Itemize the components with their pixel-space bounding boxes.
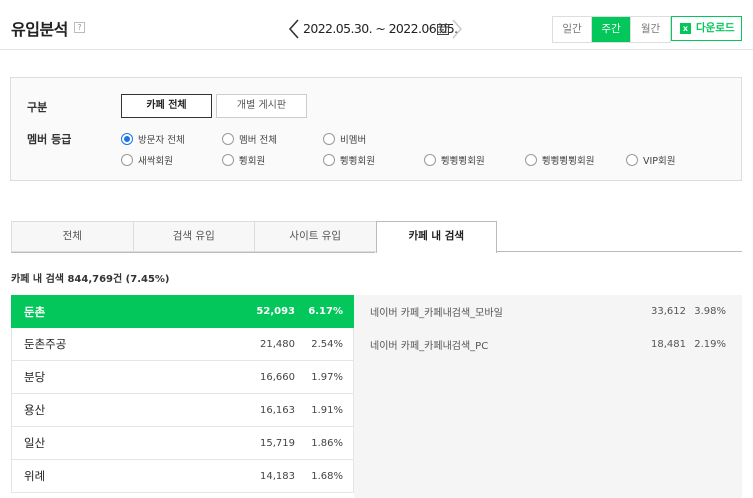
keyword-percent: 1.97% [311, 371, 343, 383]
radio-on-icon [121, 133, 133, 145]
detail-row: 네이버 카페_카페내검색_모바일 33,612 3.98% [354, 295, 742, 328]
list-item[interactable]: 분당 16,660 1.97% [11, 361, 354, 394]
list-item[interactable]: 일산 15,719 1.86% [11, 427, 354, 460]
keyword-count: 21,480 [260, 338, 295, 350]
help-icon[interactable]: ? [74, 22, 85, 33]
detail-source: 네이버 카페_카페내검색_PC [370, 341, 489, 352]
period-weekly-button[interactable]: 주간 [592, 17, 631, 42]
radio-off-icon [121, 154, 133, 166]
detail-count: 18,481 [651, 339, 686, 350]
detail-percent: 2.19% [694, 339, 726, 350]
keyword-count: 15,719 [260, 437, 295, 449]
filter-panel: 구분 카페 전체 개별 게시판 멤버 등급 방문자 전체 멤버 전체 비멤버 새… [10, 77, 742, 181]
keyword-detail-panel: 네이버 카페_카페내검색_모바일 33,612 3.98% 네이버 카페_카페내… [354, 295, 742, 498]
radio-grade-4[interactable]: 쀵쀵쀵회원 [424, 153, 485, 167]
tab-search[interactable]: 검색 유입 [132, 221, 254, 252]
keyword-count: 16,163 [260, 404, 295, 416]
chevron-right-icon[interactable] [450, 18, 464, 40]
keyword-percent: 2.54% [311, 338, 343, 350]
period-daily-button[interactable]: 일간 [553, 17, 592, 42]
category-all-button[interactable]: 카페 전체 [121, 94, 212, 118]
tab-underline [11, 252, 375, 253]
radio-label: 방문자 전체 [138, 135, 185, 146]
tab-bar-filler [497, 221, 742, 252]
radio-visitor-all[interactable]: 방문자 전체 [121, 132, 185, 146]
keyword-percent: 1.86% [311, 437, 343, 449]
summary-text: 카페 내 검색 844,769건 (7.45%) [11, 274, 170, 285]
radio-grade-1[interactable]: 새싹회원 [121, 153, 173, 167]
keyword-name: 둔촌 [24, 304, 46, 319]
keyword-percent: 1.91% [311, 404, 343, 416]
radio-grade-2[interactable]: 쀵회원 [222, 153, 265, 167]
download-label: 다운로드 [696, 22, 735, 34]
list-item[interactable]: 용산 16,163 1.91% [11, 394, 354, 427]
radio-non-member[interactable]: 비멤버 [323, 132, 366, 146]
radio-off-icon [323, 154, 335, 166]
radio-grade-3[interactable]: 쀵쀵회원 [323, 153, 375, 167]
keyword-percent: 6.17% [308, 306, 343, 317]
list-item[interactable]: 둔촌주공 21,480 2.54% [11, 328, 354, 361]
detail-count: 33,612 [651, 306, 686, 317]
radio-off-icon [626, 154, 638, 166]
chevron-left-icon[interactable] [287, 18, 301, 40]
radio-label: 멤버 전체 [239, 135, 277, 146]
radio-label: VIP회원 [643, 156, 676, 167]
member-grade-label: 멤버 등급 [27, 133, 72, 146]
list-item[interactable]: 위례 14,183 1.68% [11, 460, 354, 493]
radio-label: 쀵회원 [239, 156, 266, 167]
period-monthly-button[interactable]: 월간 [631, 17, 670, 42]
calendar-icon[interactable] [437, 23, 449, 35]
keyword-count: 14,183 [260, 470, 295, 482]
tab-all[interactable]: 전체 [11, 221, 133, 252]
radio-label: 쀵쀵회원 [340, 156, 375, 167]
page-title: 유입분석 [11, 20, 68, 39]
radio-label: 쀵쀵쀵회원 [441, 156, 485, 167]
tab-cafe-search[interactable]: 카페 내 검색 [375, 221, 497, 253]
radio-grade-5[interactable]: 쀵쀵쀵쀵회원 [525, 153, 594, 167]
radio-label: 새싹회원 [138, 156, 173, 167]
list-item[interactable]: 둔촌 52,093 6.17% [11, 295, 360, 328]
radio-off-icon [424, 154, 436, 166]
radio-grade-vip[interactable]: VIP회원 [626, 153, 676, 167]
keyword-count: 52,093 [256, 306, 295, 317]
detail-source: 네이버 카페_카페내검색_모바일 [370, 308, 503, 319]
period-toggle: 일간 주간 월간 [552, 16, 671, 43]
radio-label: 쀵쀵쀵쀵회원 [542, 156, 595, 167]
category-label: 구분 [27, 101, 48, 114]
detail-row: 네이버 카페_카페내검색_PC 18,481 2.19% [354, 328, 742, 361]
header-divider [0, 49, 753, 50]
keyword-percent: 1.68% [311, 470, 343, 482]
category-board-button[interactable]: 개별 게시판 [216, 94, 307, 118]
keyword-list: 둔촌 52,093 6.17% 둔촌주공 21,480 2.54% 분당 16,… [11, 295, 360, 493]
keyword-name: 분당 [24, 370, 46, 384]
radio-off-icon [222, 133, 234, 145]
keyword-name: 위례 [24, 469, 46, 483]
download-button[interactable]: x 다운로드 [671, 16, 742, 41]
radio-label: 비멤버 [340, 135, 367, 146]
date-range: 2022.05.30. ~ 2022.06.05. [303, 21, 458, 36]
tab-site[interactable]: 사이트 유입 [254, 221, 376, 252]
radio-off-icon [323, 133, 335, 145]
radio-member-all[interactable]: 멤버 전체 [222, 132, 277, 146]
excel-icon: x [680, 23, 691, 34]
keyword-count: 16,660 [260, 371, 295, 383]
radio-off-icon [222, 154, 234, 166]
keyword-name: 둔촌주공 [24, 337, 67, 351]
inflow-tabs: 전체 검색 유입 사이트 유입 카페 내 검색 [11, 221, 742, 253]
radio-off-icon [525, 154, 537, 166]
keyword-name: 일산 [24, 436, 46, 450]
detail-percent: 3.98% [694, 306, 726, 317]
keyword-name: 용산 [24, 403, 46, 417]
